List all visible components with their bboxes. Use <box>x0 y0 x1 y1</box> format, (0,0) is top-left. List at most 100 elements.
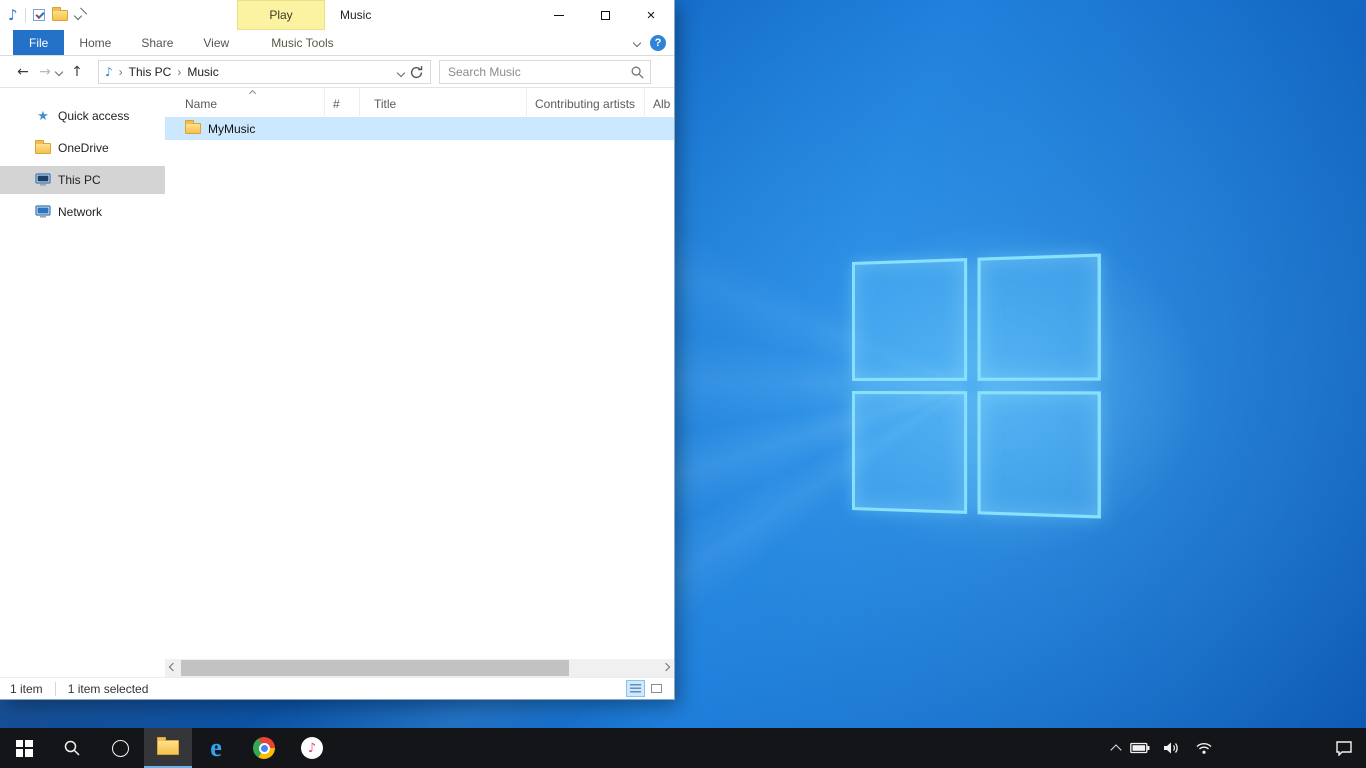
tab-share[interactable]: Share <box>126 30 188 55</box>
sidebar-item-label: Network <box>58 205 102 219</box>
itunes-icon: ♪ <box>301 737 323 759</box>
breadcrumb-chevron: › <box>175 65 183 79</box>
taskbar: e ♪ <box>0 728 1366 768</box>
navigation-pane: ★ Quick access OneDrive This PC Network <box>0 88 165 677</box>
title-bar[interactable]: ♪ Play Music × <box>0 0 674 30</box>
refresh-icon[interactable] <box>409 65 424 83</box>
tab-home[interactable]: Home <box>64 30 126 55</box>
show-hidden-icons-chevron[interactable] <box>1110 744 1121 755</box>
search-input[interactable] <box>440 61 650 83</box>
search-icon[interactable] <box>630 65 645 83</box>
taskbar-file-explorer-button[interactable] <box>144 728 192 768</box>
column-headers: Name # Title Contributing artists Alb <box>165 88 674 116</box>
breadcrumb-this-pc[interactable]: This PC <box>125 65 176 79</box>
column-label: Name <box>185 97 217 111</box>
windows-logo-pane <box>978 391 1101 518</box>
file-name: MyMusic <box>208 122 255 136</box>
minimize-button[interactable] <box>536 0 582 30</box>
scroll-right-icon[interactable] <box>662 663 670 671</box>
sidebar-item-this-pc[interactable]: This PC <box>0 166 165 194</box>
scrollbar-thumb[interactable] <box>181 660 569 676</box>
qat-separator <box>25 8 26 22</box>
icons-view-button[interactable] <box>647 680 666 697</box>
action-center-icon[interactable] <box>1332 736 1356 760</box>
ribbon-right-controls: ? <box>634 30 666 56</box>
file-explorer-icon <box>157 740 179 755</box>
volume-icon[interactable] <box>1160 736 1184 760</box>
item-count: 1 item <box>10 682 43 696</box>
sort-ascending-icon <box>249 90 256 97</box>
column-header-contributing-artists[interactable]: Contributing artists <box>527 88 645 116</box>
navigation-bar: ← → ↑ ♪ › This PC › Music <box>0 56 674 88</box>
maximize-button[interactable] <box>582 0 628 30</box>
quick-access-toolbar: ♪ <box>8 0 81 30</box>
maximize-icon <box>601 11 610 20</box>
close-icon: × <box>647 8 656 23</box>
window-title: Music <box>340 0 371 30</box>
tab-file[interactable]: File <box>13 30 64 55</box>
details-view-button[interactable] <box>626 680 645 697</box>
customize-qat-chevron-icon[interactable] <box>73 12 81 20</box>
file-list-area: Name # Title Contributing artists Alb My… <box>165 88 674 677</box>
taskbar-chrome-button[interactable] <box>240 728 288 768</box>
cortana-icon <box>112 740 129 757</box>
network-wifi-icon[interactable] <box>1192 736 1216 760</box>
taskbar-search-button[interactable] <box>48 728 96 768</box>
folder-icon <box>185 123 201 134</box>
address-bar[interactable]: ♪ › This PC › Music <box>98 60 431 84</box>
windows-logo-pane <box>978 253 1101 380</box>
windows-logo-pane <box>852 258 967 381</box>
address-music-icon: ♪ <box>105 65 113 79</box>
system-tray <box>1112 736 1366 760</box>
recent-locations-chevron-icon[interactable] <box>55 67 63 75</box>
up-button[interactable]: ↑ <box>66 64 88 80</box>
taskbar-itunes-button[interactable]: ♪ <box>288 728 336 768</box>
column-label: Alb <box>653 97 670 111</box>
sidebar-item-label: Quick access <box>58 109 129 123</box>
search-box <box>439 60 651 84</box>
properties-icon[interactable] <box>33 9 45 21</box>
breadcrumb-music[interactable]: Music <box>183 65 222 79</box>
sidebar-item-onedrive[interactable]: OneDrive <box>0 134 165 162</box>
forward-button[interactable]: → <box>34 64 56 80</box>
address-dropdown-chevron-icon[interactable] <box>397 68 405 76</box>
this-pc-icon <box>34 173 52 187</box>
cortana-button[interactable] <box>96 728 144 768</box>
column-header-title[interactable]: Title <box>360 88 527 116</box>
battery-icon[interactable] <box>1128 736 1152 760</box>
scroll-left-icon[interactable] <box>169 663 177 671</box>
sidebar-item-label: This PC <box>58 173 101 187</box>
contextual-tab-play[interactable]: Play <box>237 0 325 30</box>
column-label: Title <box>374 97 396 111</box>
sidebar-item-label: OneDrive <box>58 141 109 155</box>
minimize-icon <box>554 15 564 16</box>
horizontal-scrollbar[interactable] <box>165 659 674 677</box>
tab-view[interactable]: View <box>188 30 244 55</box>
contextual-tab-play-label: Play <box>269 8 292 22</box>
app-music-icon: ♪ <box>8 6 18 24</box>
selection-count: 1 item selected <box>55 682 149 696</box>
breadcrumb-chevron: › <box>117 65 125 79</box>
details-view-icon <box>630 684 641 693</box>
search-icon <box>63 739 81 757</box>
back-button[interactable]: ← <box>12 64 34 80</box>
sidebar-item-network[interactable]: Network <box>0 198 165 226</box>
column-header-name[interactable]: Name <box>165 88 325 116</box>
chrome-icon <box>253 737 275 759</box>
column-header-album[interactable]: Alb <box>645 88 674 116</box>
tab-music-tools[interactable]: Music Tools <box>256 30 348 55</box>
ribbon-tab-row: File Home Share View Music Tools <box>0 30 674 56</box>
taskbar-edge-button[interactable]: e <box>192 728 240 768</box>
file-row-mymusic[interactable]: MyMusic <box>165 117 674 140</box>
window-controls: × <box>536 0 674 30</box>
sidebar-item-quick-access[interactable]: ★ Quick access <box>0 102 165 130</box>
help-icon[interactable]: ? <box>650 35 666 51</box>
new-folder-icon[interactable] <box>52 10 68 21</box>
collapse-ribbon-chevron-icon[interactable] <box>633 39 641 47</box>
column-header-number[interactable]: # <box>325 88 360 116</box>
start-button[interactable] <box>0 728 48 768</box>
file-explorer-window: ♪ Play Music × File Home Share View Musi… <box>0 0 675 700</box>
close-button[interactable]: × <box>628 0 674 30</box>
windows-start-icon <box>16 740 33 757</box>
onedrive-icon <box>34 143 52 154</box>
